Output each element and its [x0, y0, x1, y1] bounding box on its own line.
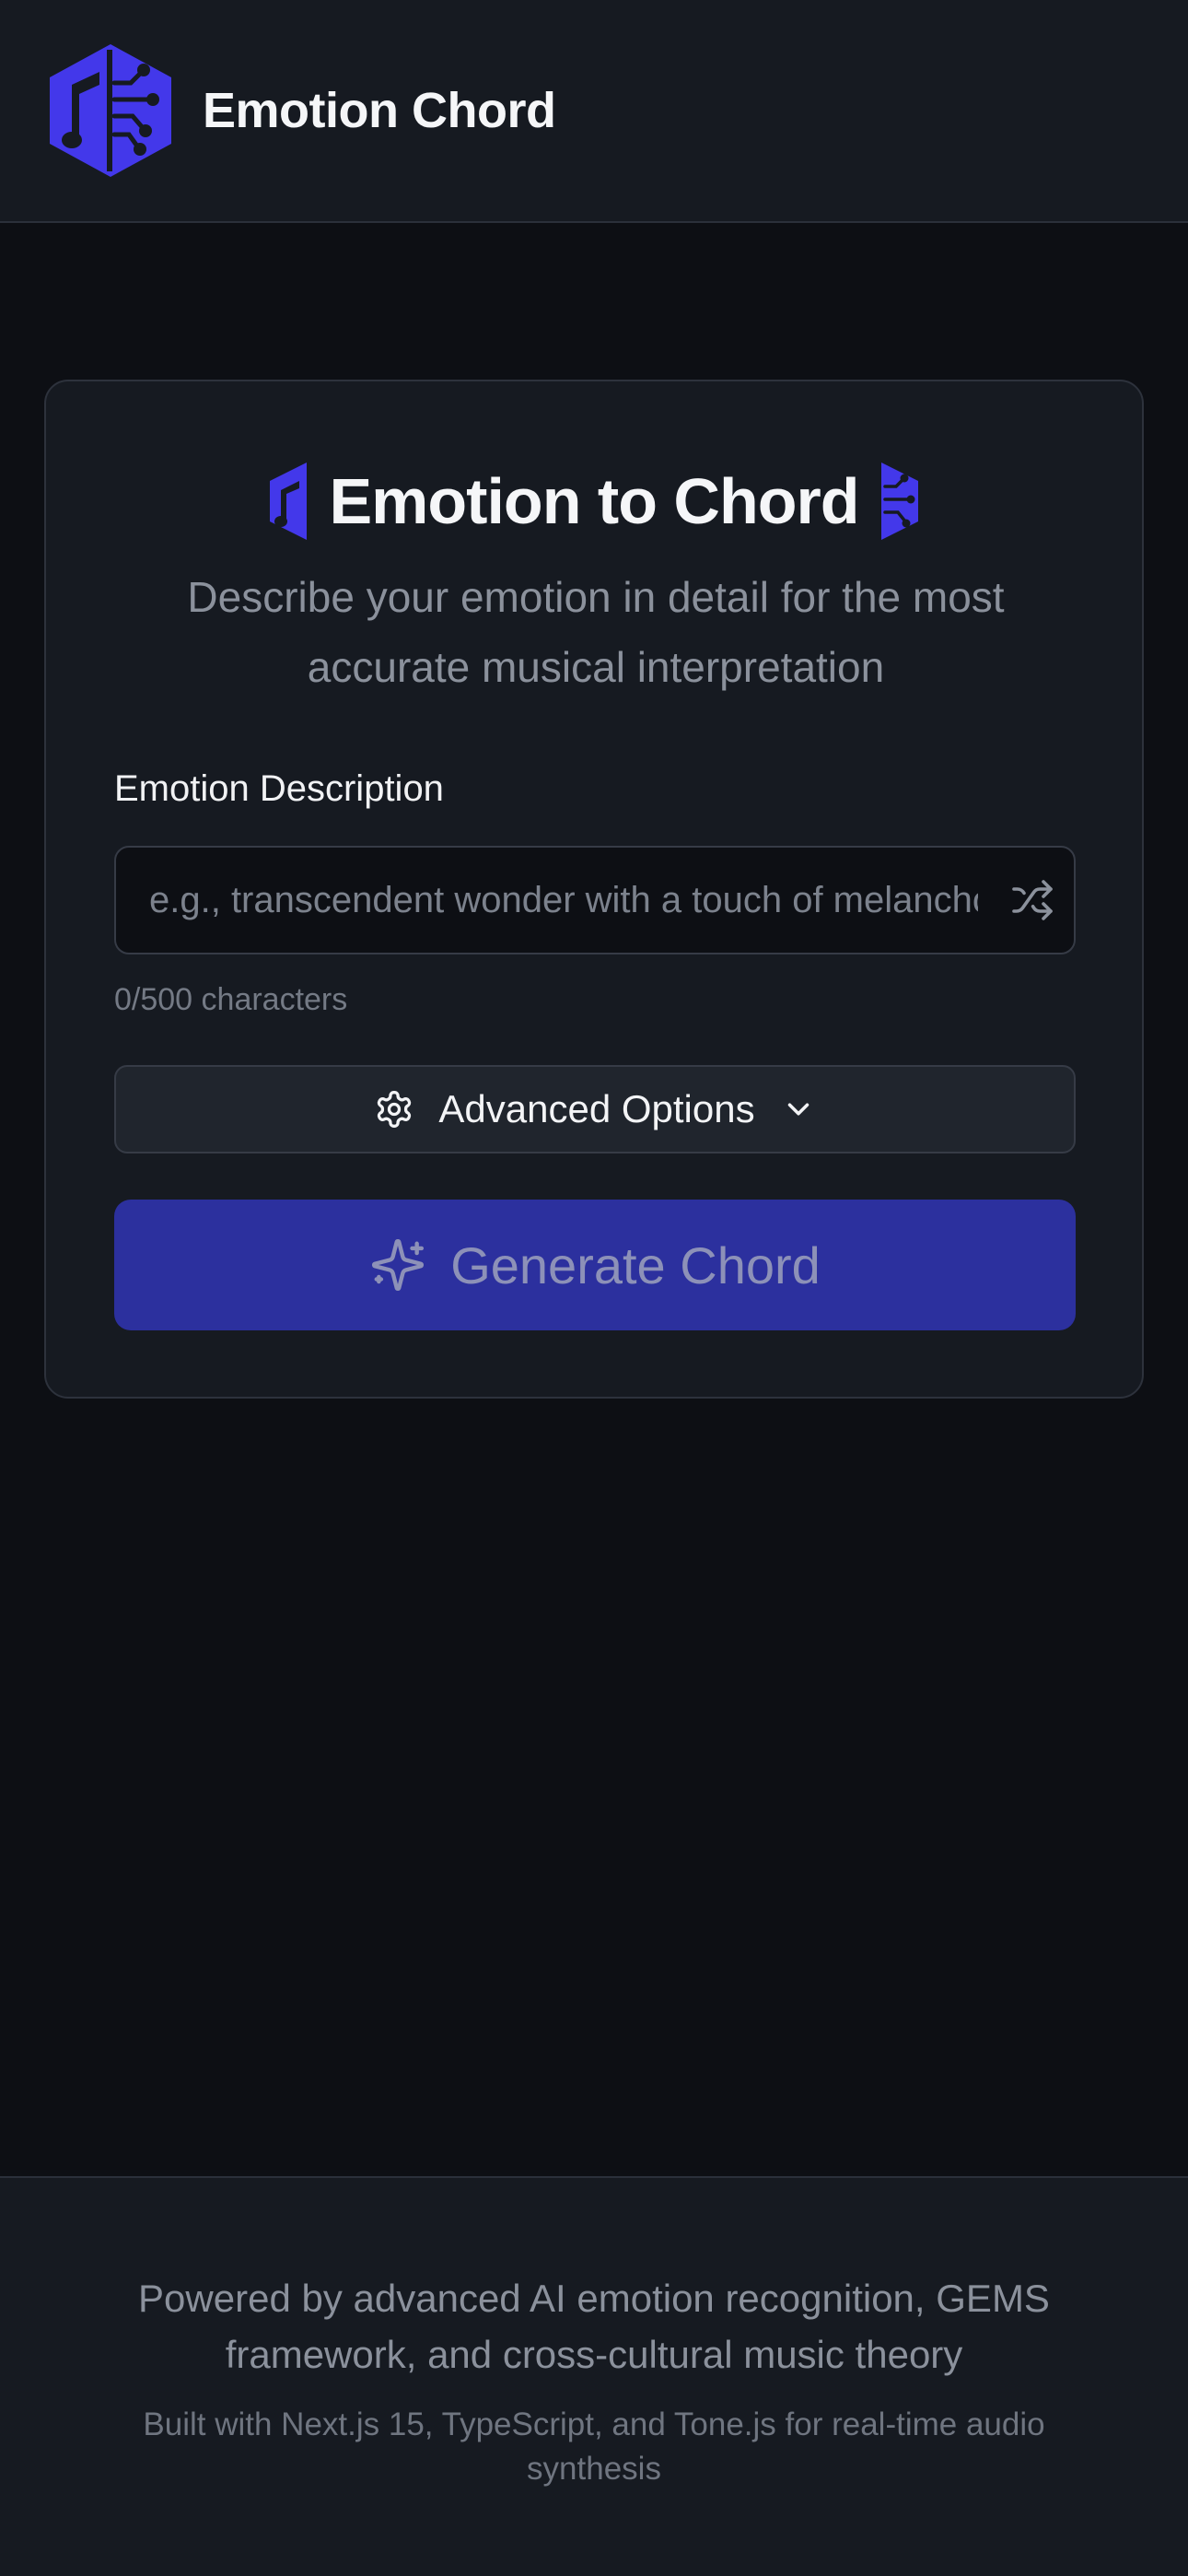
emotion-description-label: Emotion Description: [114, 768, 444, 809]
advanced-options-button[interactable]: Advanced Options: [114, 1065, 1076, 1153]
generate-chord-button[interactable]: Generate Chord: [114, 1200, 1076, 1330]
music-note-half-icon: [270, 463, 308, 540]
card-title-text: Emotion to Chord: [329, 465, 859, 537]
page-footer: Powered by advanced AI emotion recogniti…: [0, 2176, 1188, 2576]
shuffle-icon: [1012, 880, 1053, 920]
app-header: Emotion Chord: [0, 0, 1188, 223]
character-count: 0/500 characters: [114, 982, 348, 1017]
emotion-description-input[interactable]: [116, 848, 991, 953]
generate-chord-label: Generate Chord: [450, 1235, 821, 1294]
gear-icon: [378, 1091, 412, 1128]
card-title: Emotion to Chord: [46, 455, 1142, 547]
music-note-circuit-hexagon-icon: [50, 44, 171, 177]
card-subtitle: Describe your emotion in detail for the …: [187, 573, 1005, 691]
footer-sub-text: Built with Next.js 15, TypeScript, and T…: [143, 2406, 1045, 2487]
sparkles-icon: [372, 1238, 425, 1292]
app-title: Emotion Chord: [203, 83, 556, 138]
footer-main-text: Powered by advanced AI emotion recogniti…: [138, 2277, 1050, 2376]
random-emotion-button[interactable]: [991, 848, 1074, 953]
chevron-down-icon: [787, 1103, 809, 1116]
circuit-half-icon: [880, 463, 918, 540]
advanced-options-label: Advanced Options: [438, 1087, 755, 1130]
emotion-card: Emotion to Chord Describe your emotion i…: [44, 380, 1144, 1399]
emotion-input-wrapper: [114, 846, 1076, 954]
